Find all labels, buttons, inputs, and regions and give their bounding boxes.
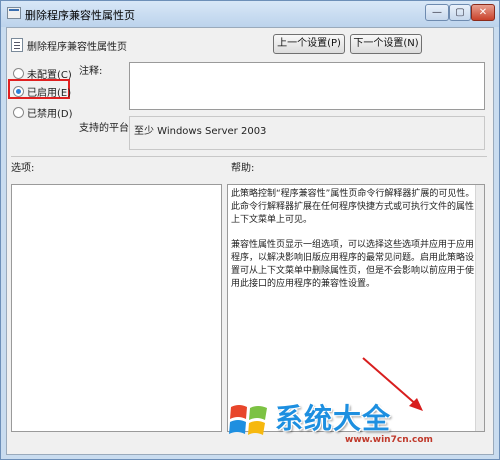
comment-label: 注释:	[79, 66, 103, 77]
radio-button-icon[interactable]	[13, 107, 24, 118]
options-panel[interactable]	[11, 184, 222, 432]
policy-setting-icon	[11, 38, 23, 52]
radio-label: 已启用(E)	[27, 88, 72, 99]
supported-platform-value: 至少 Windows Server 2003	[134, 126, 267, 137]
close-button[interactable]: ✕	[471, 4, 495, 21]
radio-label: 已禁用(D)	[27, 109, 73, 120]
radio-not-configured[interactable]: 未配置(C)	[13, 66, 72, 81]
comment-textarea[interactable]	[129, 62, 485, 110]
maximize-button[interactable]: ▢	[449, 4, 471, 21]
help-text: 此策略控制“程序兼容性”属性页命令行解释器扩展的可见性。此命令行解释器扩展在任何…	[231, 188, 475, 303]
window-title: 删除程序兼容性属性页	[25, 9, 135, 22]
supported-platform-label: 支持的平台:	[79, 123, 133, 134]
radio-label: 未配置(C)	[27, 70, 72, 81]
dialog-window: 删除程序兼容性属性页 — ▢ ✕ 删除程序兼容性属性页 上一个设置(P) 下一个…	[0, 0, 500, 460]
radio-enabled[interactable]: 已启用(E)	[13, 84, 72, 99]
radio-disabled[interactable]: 已禁用(D)	[13, 105, 73, 120]
site-watermark: 系统大全 www.win7cn.com	[223, 395, 493, 455]
next-setting-button[interactable]: 下一个设置(N)	[350, 34, 422, 54]
section-divider	[11, 156, 487, 157]
radio-button-icon[interactable]	[13, 68, 24, 79]
previous-setting-button[interactable]: 上一个设置(P)	[273, 34, 345, 54]
policy-app-icon	[7, 7, 21, 19]
windows-logo-icon	[229, 405, 267, 435]
help-paragraph: 此策略控制“程序兼容性”属性页命令行解释器扩展的可见性。此命令行解释器扩展在任何…	[231, 189, 475, 225]
options-label: 选项:	[11, 163, 35, 174]
dialog-content: 删除程序兼容性属性页 上一个设置(P) 下一个设置(N) 未配置(C) 已启用(…	[6, 27, 494, 455]
help-paragraph: 兼容性属性页显示一组选项，可以选择这些选项并应用于应用程序，以解决影响旧版应用程…	[231, 240, 475, 289]
supported-platform-box: 至少 Windows Server 2003	[129, 116, 485, 150]
title-bar[interactable]: 删除程序兼容性属性页 — ▢ ✕	[1, 1, 499, 27]
radio-button-checked-icon[interactable]	[13, 86, 24, 97]
watermark-url: www.win7cn.com	[345, 435, 433, 445]
minimize-button[interactable]: —	[425, 4, 449, 21]
policy-title: 删除程序兼容性属性页	[27, 42, 127, 53]
help-label: 帮助:	[231, 163, 255, 174]
watermark-title: 系统大全	[275, 402, 392, 435]
